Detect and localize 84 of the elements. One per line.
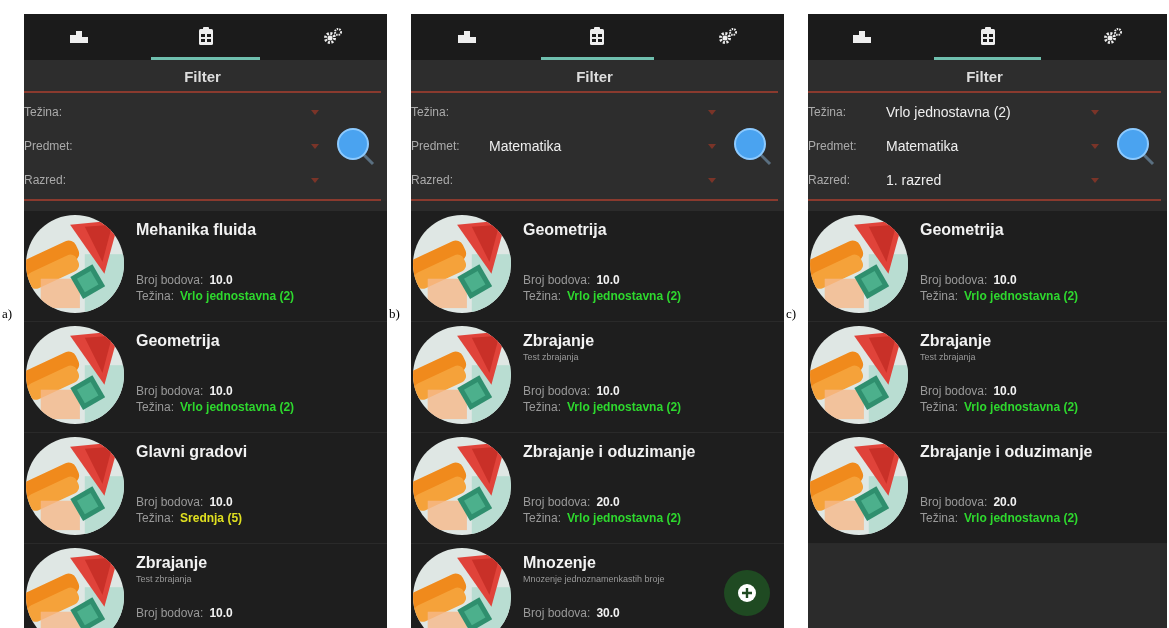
points-label: Broj bodova:: [136, 606, 204, 620]
field-label: Razred:: [808, 173, 852, 187]
field-label: Predmet:: [411, 139, 461, 153]
item-title[interactable]: Mnozenje: [523, 554, 665, 572]
settings-icon: [323, 27, 342, 44]
field-label: Težina:: [411, 105, 451, 119]
points-label: Broj bodova:: [523, 495, 591, 509]
dropdown-value[interactable]: 1. razred: [886, 172, 1091, 188]
points-value: 30.0: [596, 606, 620, 620]
difficulty-value: Vrlo jednostavna (2): [964, 511, 1079, 525]
points-value: 10.0: [596, 273, 620, 287]
clipboard-icon: [979, 26, 996, 45]
difficulty-value: Vrlo jednostavna (2): [567, 400, 682, 414]
clipboard-icon: [589, 26, 606, 45]
panel-caption: c): [786, 306, 797, 322]
difficulty-value: Vrlo jednostavna (2): [567, 289, 682, 303]
points-label: Broj bodova:: [920, 273, 988, 287]
item-title[interactable]: Mehanika fluida: [136, 221, 295, 239]
difficulty-label: Težina:: [523, 400, 562, 414]
points-value: 10.0: [209, 384, 233, 398]
settings-icon: [1104, 27, 1123, 44]
field-label: Predmet:: [24, 139, 74, 153]
difficulty-value: Vrlo jednostavna (2): [567, 511, 682, 525]
points-label: Broj bodova:: [523, 384, 591, 398]
difficulty-value: Vrlo jednostavna (2): [964, 289, 1079, 303]
filter-title: Filter: [24, 60, 381, 93]
dropdown-value[interactable]: Vrlo jednostavna (2): [886, 104, 1091, 120]
difficulty-value: Srednja (5): [180, 511, 243, 525]
field-label: Razred:: [411, 173, 455, 187]
field-label: Razred:: [24, 173, 68, 187]
points-label: Broj bodova:: [920, 384, 988, 398]
item-description: Test zbrajanja: [920, 352, 977, 362]
points-value: 10.0: [209, 273, 233, 287]
panel-caption: b): [389, 306, 400, 322]
difficulty-label: Težina:: [920, 511, 959, 525]
item-title[interactable]: Zbrajanje i oduzimanje: [920, 443, 1093, 461]
difficulty-label: Težina:: [523, 511, 562, 525]
points-value: 10.0: [596, 384, 620, 398]
dropdown-value[interactable]: Matematika: [489, 138, 708, 154]
difficulty-value: Vrlo jednostavna (2): [180, 400, 295, 414]
plus-icon: [738, 584, 756, 602]
item-title[interactable]: Geometrija: [136, 332, 295, 350]
item-description: Mnozenje jednoznamenkastih broje: [523, 574, 665, 584]
difficulty-label: Težina:: [523, 289, 562, 303]
points-label: Broj bodova:: [523, 606, 591, 620]
podium-icon: [69, 28, 88, 43]
points-value: 20.0: [993, 495, 1017, 509]
difficulty-value: Vrlo jednostavna (2): [964, 400, 1079, 414]
points-label: Broj bodova:: [136, 384, 204, 398]
difficulty-label: Težina:: [136, 289, 175, 303]
field-label: Težina:: [808, 105, 848, 119]
difficulty-label: Težina:: [920, 289, 959, 303]
points-value: 10.0: [209, 495, 233, 509]
difficulty-value: Vrlo jednostavna (2): [180, 289, 295, 303]
points-value: 10.0: [993, 384, 1017, 398]
item-title[interactable]: Zbrajanje: [920, 332, 1079, 350]
item-title[interactable]: Zbrajanje: [523, 332, 682, 350]
points-value: 20.0: [596, 495, 620, 509]
item-title[interactable]: Zbrajanje: [136, 554, 233, 572]
dropdown-value[interactable]: Matematika: [886, 138, 1091, 154]
points-value: 10.0: [993, 273, 1017, 287]
difficulty-label: Težina:: [920, 400, 959, 414]
filter-title: Filter: [808, 60, 1161, 93]
item-title[interactable]: Glavni gradovi: [136, 443, 248, 461]
points-label: Broj bodova:: [136, 495, 204, 509]
item-description: Test zbrajanja: [523, 352, 580, 362]
podium-icon: [852, 28, 871, 43]
clipboard-icon: [197, 26, 214, 45]
podium-icon: [458, 28, 477, 43]
field-label: Predmet:: [808, 139, 858, 153]
filter-title: Filter: [411, 60, 778, 93]
difficulty-label: Težina:: [136, 400, 175, 414]
panel-caption: a): [2, 306, 13, 322]
item-title[interactable]: Geometrija: [523, 221, 682, 239]
field-label: Težina:: [24, 105, 64, 119]
points-label: Broj bodova:: [920, 495, 988, 509]
item-title[interactable]: Geometrija: [920, 221, 1079, 239]
item-title[interactable]: Zbrajanje i oduzimanje: [523, 443, 696, 461]
points-label: Broj bodova:: [523, 273, 591, 287]
item-description: Test zbrajanja: [136, 574, 193, 584]
points-label: Broj bodova:: [136, 273, 204, 287]
difficulty-label: Težina:: [136, 511, 175, 525]
points-value: 10.0: [209, 606, 233, 620]
settings-icon: [718, 27, 737, 44]
